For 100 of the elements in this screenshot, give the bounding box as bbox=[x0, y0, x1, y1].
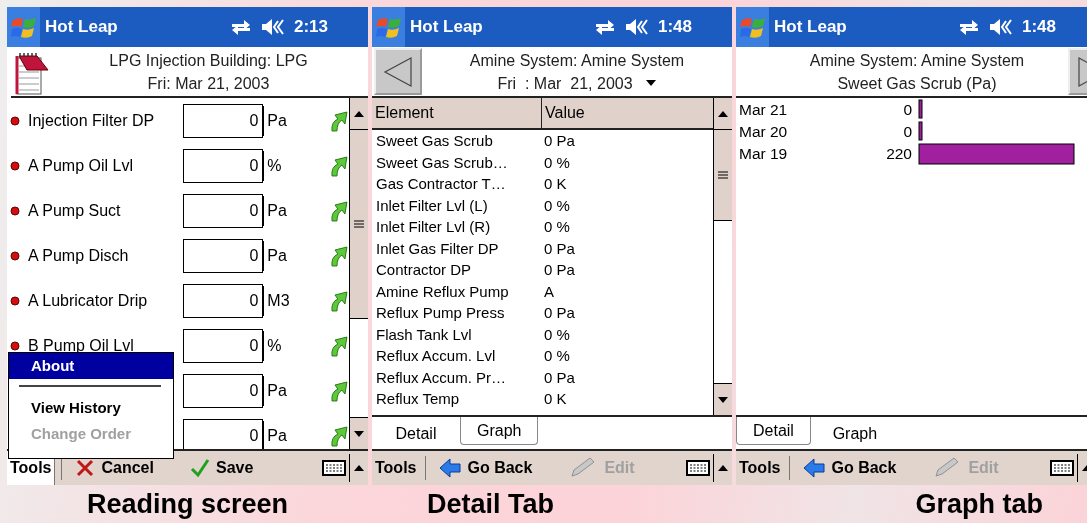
arrow-icon[interactable] bbox=[329, 199, 349, 222]
table-cell-text: Reflux Accum. Lvl bbox=[375, 346, 497, 366]
grip-icon bbox=[718, 171, 728, 179]
left-arrow-icon bbox=[439, 458, 462, 478]
left-arrow-icon bbox=[803, 458, 826, 478]
save-button[interactable]: Save bbox=[186, 451, 257, 485]
connectivity-icon[interactable] bbox=[229, 19, 252, 35]
tools-menu[interactable]: Tools bbox=[736, 451, 784, 485]
go-back-button[interactable]: Go Back bbox=[436, 451, 536, 485]
value-field[interactable]: 0 bbox=[183, 418, 264, 449]
up-arrow-icon bbox=[717, 109, 729, 118]
speaker-icon[interactable] bbox=[623, 17, 650, 37]
arrow-icon[interactable] bbox=[329, 244, 349, 267]
table-cell-text: Amine Reflux Pump bbox=[375, 281, 510, 302]
table-cell-text: Inlet Filter Lvl (L) bbox=[375, 195, 489, 216]
input-menu-arrow-icon[interactable] bbox=[353, 464, 365, 472]
scrollbar[interactable] bbox=[713, 98, 732, 415]
arrow-icon[interactable] bbox=[329, 334, 349, 357]
value-field[interactable]: 0 bbox=[183, 283, 264, 318]
header-subtitle: Sweet Gas Scrub (Pa) bbox=[837, 73, 997, 94]
arrow-icon[interactable] bbox=[329, 424, 349, 447]
table-cell-text: Reflux Accum. Pr… bbox=[375, 367, 508, 388]
table-cell-text: Flash Tank Lvl bbox=[375, 324, 473, 345]
table-cell-text: Sweet Gas Scrub bbox=[375, 131, 494, 151]
value-field[interactable]: 0 bbox=[183, 238, 264, 273]
input-menu-arrow-icon[interactable] bbox=[717, 464, 729, 472]
dropdown-caret-icon[interactable] bbox=[644, 79, 657, 87]
scroll-down-button[interactable] bbox=[714, 383, 732, 415]
table-cell-text: 0 Pa bbox=[544, 303, 575, 323]
clock[interactable]: 1:48 bbox=[1021, 17, 1056, 37]
app-title: Hot Leap bbox=[410, 17, 483, 37]
table-cell-text: Sweet Gas Scrub… bbox=[375, 152, 509, 173]
scrollbar[interactable] bbox=[349, 98, 368, 449]
table-cell-text: A bbox=[544, 281, 554, 302]
tools-menu[interactable]: Tools bbox=[372, 451, 420, 485]
unit-label: % bbox=[263, 150, 326, 181]
status-dot-icon bbox=[10, 160, 20, 171]
date-picker[interactable]: Fri : Mar 21, 2003 bbox=[497, 71, 633, 95]
header-subtitle: Fri: Mar 21, 2003 bbox=[147, 73, 270, 94]
value-field[interactable]: 0 bbox=[183, 193, 264, 228]
value-label: 220 bbox=[886, 145, 912, 162]
value-field[interactable]: 0 bbox=[183, 148, 264, 183]
table-cell-text: Inlet Gas Filter DP bbox=[375, 238, 500, 259]
caption: Reading screen bbox=[85, 488, 290, 521]
clock[interactable]: 1:48 bbox=[657, 17, 692, 37]
arrow-icon[interactable] bbox=[329, 109, 349, 132]
bar bbox=[918, 121, 923, 141]
arrow-icon[interactable] bbox=[329, 289, 349, 312]
speaker-icon[interactable] bbox=[987, 17, 1014, 37]
status-dot-icon bbox=[10, 115, 20, 126]
value-label: 0 bbox=[903, 123, 912, 140]
keyboard-icon[interactable] bbox=[1050, 459, 1074, 477]
scroll-thumb[interactable] bbox=[714, 130, 732, 221]
speaker-icon[interactable] bbox=[259, 17, 286, 37]
keyboard-icon[interactable] bbox=[322, 459, 346, 477]
table-cell-text: Reflux Temp bbox=[375, 389, 461, 409]
reading-label: A Pump Suct bbox=[28, 201, 121, 220]
table-cell-text: 0 Pa bbox=[544, 238, 575, 259]
scroll-down-button[interactable] bbox=[350, 417, 368, 449]
reading-label: A Pump Oil Lvl bbox=[28, 156, 133, 175]
menu-item[interactable]: View History bbox=[9, 395, 173, 421]
scroll-up-button[interactable] bbox=[350, 98, 368, 130]
start-button[interactable] bbox=[7, 7, 40, 47]
column-header[interactable]: Value bbox=[542, 98, 585, 128]
connectivity-icon[interactable] bbox=[593, 19, 616, 35]
start-button[interactable] bbox=[372, 7, 405, 47]
table-cell-text: 0 K bbox=[544, 174, 567, 194]
clock[interactable]: 2:13 bbox=[293, 17, 328, 37]
bar bbox=[918, 99, 923, 119]
header-title: LPG Injection Building: LPG bbox=[109, 50, 308, 71]
scroll-thumb[interactable] bbox=[350, 130, 368, 319]
connectivity-icon[interactable] bbox=[957, 19, 980, 35]
table-cell-text: 0 Pa bbox=[544, 260, 575, 280]
table-cell-text: 0 % bbox=[544, 324, 570, 345]
reading-label: Injection Filter DP bbox=[28, 111, 155, 130]
reading-label: A Lubricator Drip bbox=[28, 291, 148, 310]
reading-label: B Pump Oil Lvl bbox=[28, 336, 134, 355]
previous-button[interactable] bbox=[374, 48, 422, 95]
value-field[interactable]: 0 bbox=[183, 373, 264, 408]
category-label: Mar 21 bbox=[739, 101, 788, 118]
table-cell-text: Contractor DP bbox=[375, 260, 473, 280]
scroll-up-button[interactable] bbox=[714, 98, 732, 130]
cross-icon bbox=[75, 458, 96, 478]
status-dot-icon bbox=[10, 295, 20, 306]
cancel-button[interactable]: Cancel bbox=[72, 451, 157, 485]
arrow-icon[interactable] bbox=[329, 154, 349, 177]
down-arrow-icon bbox=[717, 395, 729, 404]
keyboard-icon[interactable] bbox=[686, 459, 710, 477]
menu-item[interactable]: About bbox=[9, 353, 173, 379]
value-field[interactable]: 0 bbox=[183, 328, 264, 363]
tab[interactable]: Graph bbox=[460, 417, 539, 445]
caption: Graph tab bbox=[914, 488, 1044, 521]
arrow-icon[interactable] bbox=[329, 379, 349, 402]
value-field[interactable]: 0 bbox=[183, 103, 264, 138]
tab[interactable]: Detail bbox=[736, 417, 811, 445]
unit-label: % bbox=[263, 330, 326, 361]
table-cell-text: 0 Pa bbox=[544, 131, 575, 151]
column-header[interactable]: Element bbox=[372, 98, 542, 128]
go-back-button[interactable]: Go Back bbox=[800, 451, 900, 485]
start-button[interactable] bbox=[736, 7, 769, 47]
